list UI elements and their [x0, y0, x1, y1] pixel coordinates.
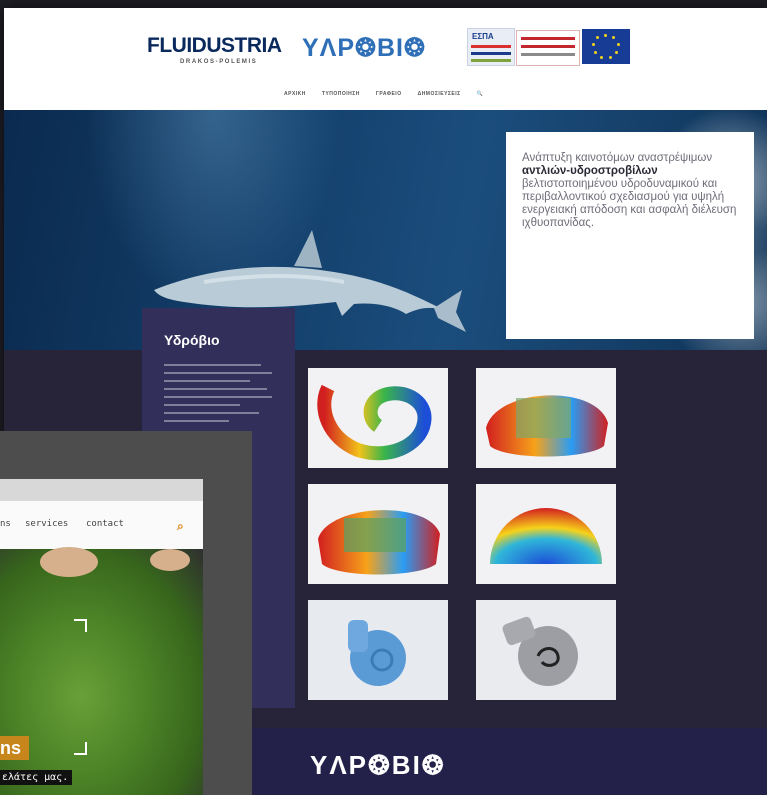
hero-text-card: Ανάπτυξη καινοτόμων αναστρέψιμων αντλιών… — [506, 132, 754, 339]
eu-flag-icon — [582, 29, 630, 64]
sidebar-text-line — [164, 372, 272, 374]
cfd-thumbnail-section-2[interactable] — [308, 484, 448, 584]
sidebar-text-line — [164, 364, 262, 366]
cfd-thumbnail-volute[interactable] — [308, 368, 448, 468]
corner-bracket — [74, 742, 87, 755]
nav-grafeio[interactable]: ΓΡΑΦΕΙΟ — [376, 91, 402, 97]
epanek-bar — [521, 37, 575, 40]
sidebar-text-line — [164, 404, 240, 406]
sidebar-text-line — [164, 388, 267, 390]
nav-item-services[interactable]: services — [25, 519, 68, 529]
search-icon[interactable]: 🔍 — [477, 91, 484, 97]
ydrovio-logo[interactable]: YΛΡ❂ΒΙ❂ — [302, 33, 426, 63]
secondary-browser-window: ns services contact ⌕ ns ελάτες μας. — [0, 479, 203, 795]
cfd-thumbnail-section-1[interactable] — [476, 368, 616, 468]
pump-blue-image — [348, 620, 406, 686]
cfd-section-image — [318, 510, 440, 575]
secondary-nav: ns services contact ⌕ — [0, 501, 203, 549]
main-nav: ΑΡΧΙΚΗ ΤΥΠΟΠΟΙΗΣΗ ΓΡΑΦΕΙΟ ΔΗΜΟΣΙΕΥΣΕΙΣ 🔍 — [284, 91, 483, 97]
pump-grey-image — [502, 616, 578, 686]
eu-star — [612, 36, 615, 39]
logo-part1: FLUID — [147, 34, 207, 57]
sidebar-title: Υδρόβιο — [164, 332, 220, 348]
fluidustria-tagline: DRAKOS-POLEMIS — [180, 59, 258, 65]
epanek-bar — [521, 45, 575, 48]
hero-badge: ns — [0, 736, 29, 760]
nav-item-contact[interactable]: contact — [86, 519, 124, 529]
eu-star — [594, 51, 597, 54]
eu-star — [617, 43, 620, 46]
secondary-site-mockup: ns services contact ⌕ ns ελάτες μας. — [0, 431, 252, 795]
eu-star — [604, 34, 607, 37]
eu-star — [600, 56, 603, 59]
footer-logo[interactable]: YΛΡ❂ΒΙ❂ — [310, 750, 446, 781]
hero-tagline: ελάτες μας. — [0, 770, 73, 785]
sidebar-text — [164, 364, 272, 428]
sidebar-text-line — [164, 396, 272, 398]
espa-badge: ΕΣΠΑ — [472, 32, 494, 41]
espa-stripe — [471, 52, 511, 55]
corner-bracket — [74, 619, 87, 632]
logo-part2: USTRIA — [206, 34, 282, 57]
hand-image — [150, 549, 190, 571]
cfd-volute-image — [317, 384, 432, 461]
hero-text-bold: αντλιών-υδροστροβίλων — [522, 165, 658, 177]
sidebar-text-line — [164, 420, 229, 422]
cfd-half-disk-image — [490, 508, 602, 564]
epanek-logo — [516, 30, 580, 66]
espa-stripe — [471, 45, 511, 48]
sidebar-text-line — [164, 380, 251, 382]
hero-text-line1: Ανάπτυξη καινοτόμων αναστρέψιμων — [522, 152, 713, 164]
nav-item-ns[interactable]: ns — [0, 519, 11, 529]
hero-text-rest: βελτιστοποιημένου υδροδυναμικού και περι… — [522, 178, 737, 229]
pump-render-grey[interactable] — [476, 600, 616, 700]
espa-logo: ΕΣΠΑ — [467, 28, 515, 66]
eu-star — [592, 43, 595, 46]
pump-render-blue[interactable] — [308, 600, 448, 700]
sidebar-text-line — [164, 412, 260, 414]
fluidustria-logo[interactable]: FLUIDUSTRIA — [147, 34, 282, 58]
cfd-section-image — [486, 395, 608, 457]
eu-star — [609, 56, 612, 59]
eu-star — [615, 51, 618, 54]
hero-text: Ανάπτυξη καινοτόμων αναστρέψιμων αντλιών… — [522, 152, 744, 230]
hand-image — [40, 547, 98, 577]
browser-bar — [0, 479, 203, 501]
nav-typopoiisi[interactable]: ΤΥΠΟΠΟΙΗΣΗ — [322, 91, 360, 97]
nav-home[interactable]: ΑΡΧΙΚΗ — [284, 91, 306, 97]
grass-hero-image — [0, 547, 203, 795]
nav-dimosieuseis[interactable]: ΔΗΜΟΣΙΕΥΣΕΙΣ — [418, 91, 461, 97]
site-header: FLUIDUSTRIA DRAKOS-POLEMIS YΛΡ❂ΒΙ❂ ΕΣΠΑ — [4, 8, 767, 110]
espa-stripe — [471, 59, 511, 62]
eu-star — [596, 36, 599, 39]
search-icon[interactable]: ⌕ — [177, 519, 184, 534]
cfd-thumbnail-half-disk[interactable] — [476, 484, 616, 584]
epanek-bar — [521, 53, 575, 56]
hero-banner: Ανάπτυξη καινοτόμων αναστρέψιμων αντλιών… — [4, 110, 767, 350]
